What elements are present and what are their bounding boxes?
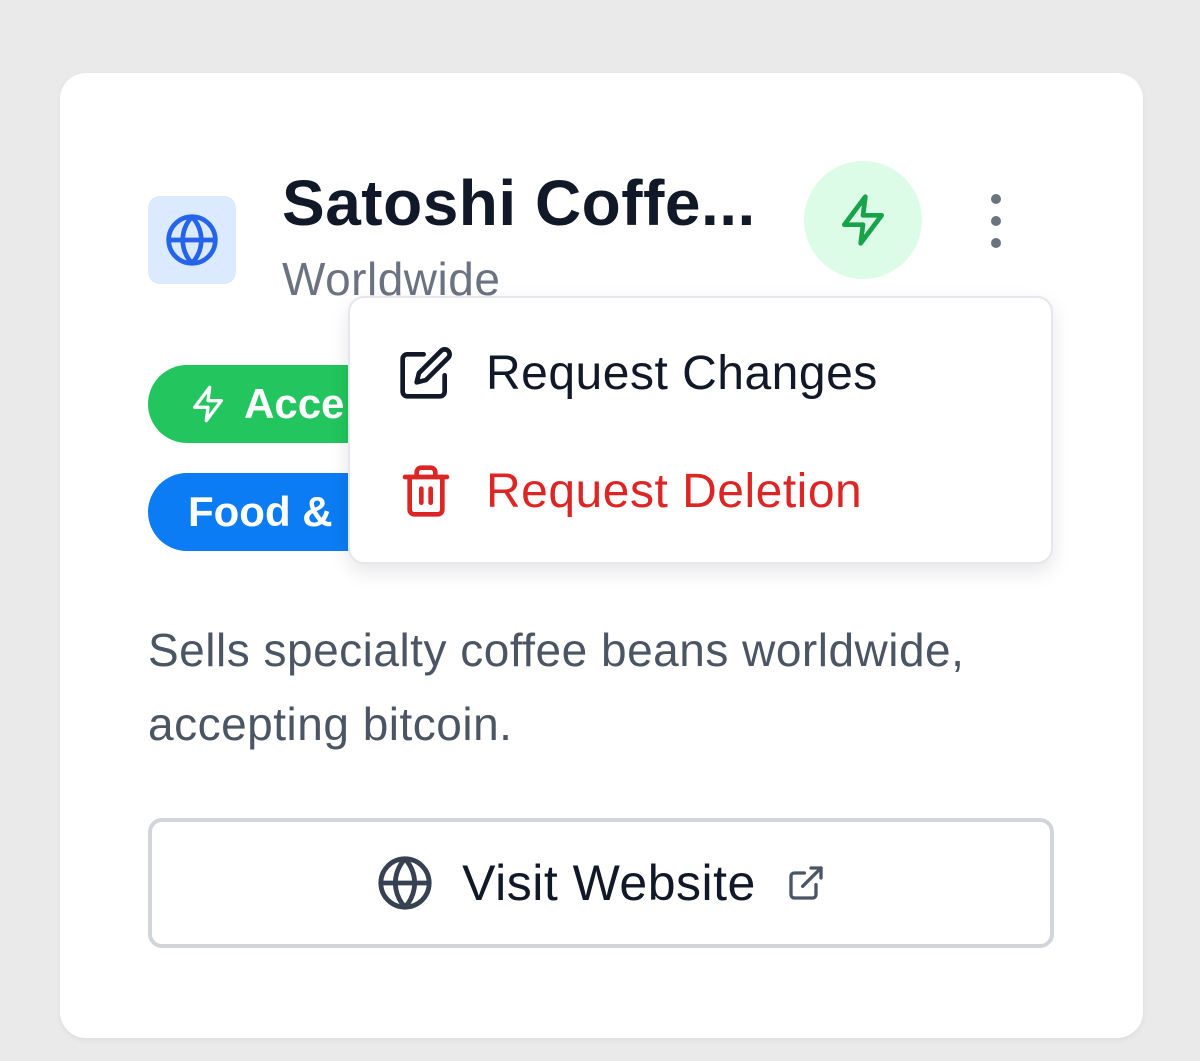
more-options-button[interactable] xyxy=(976,190,1016,252)
menu-item-request-changes[interactable]: Request Changes xyxy=(350,318,1051,428)
more-dot-icon xyxy=(991,216,1001,226)
menu-item-request-deletion[interactable]: Request Deletion xyxy=(350,436,1051,546)
menu-item-label: Request Deletion xyxy=(486,464,863,518)
globe-icon xyxy=(166,214,218,266)
trash-icon xyxy=(402,465,450,517)
menu-item-label: Request Changes xyxy=(486,346,878,400)
visit-website-button[interactable]: Visit Website xyxy=(148,818,1054,948)
tag-label: Acce xyxy=(244,380,345,427)
tag-label: Food & xyxy=(188,488,333,535)
lightning-badge xyxy=(804,161,922,279)
lightning-icon xyxy=(842,194,884,246)
more-dot-icon xyxy=(991,238,1001,248)
merchant-title: Satoshi Coffe... xyxy=(282,167,756,239)
globe-icon xyxy=(378,856,432,910)
more-dot-icon xyxy=(991,194,1001,204)
options-dropdown-menu: Request Changes Request Deletion xyxy=(348,296,1053,564)
lightning-icon xyxy=(193,385,223,423)
visit-website-label: Visit Website xyxy=(462,855,756,911)
edit-icon xyxy=(400,347,452,399)
external-link-icon xyxy=(789,866,823,900)
globe-icon-badge xyxy=(148,196,236,284)
merchant-description: Sells specialty coffee beans worldwide, … xyxy=(148,624,965,750)
